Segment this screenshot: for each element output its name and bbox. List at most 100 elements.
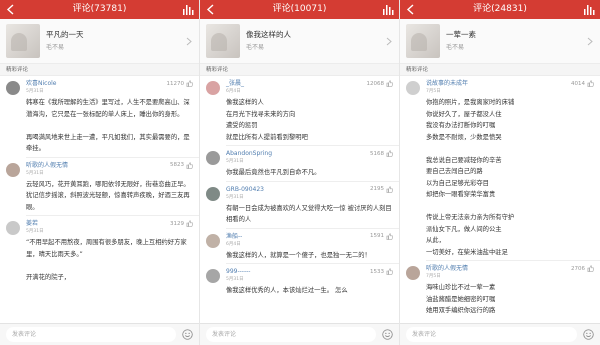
section-label: 精彩评论 <box>200 64 399 76</box>
comment-date: 6月4日 <box>226 89 241 94</box>
comment-text: 像我这样的人，就算是一个傻子，也是独一无二的！ <box>226 251 371 259</box>
page-title: 评论(10071) <box>272 4 327 14</box>
thumbs-up-icon <box>587 265 594 272</box>
like-count: 4014 <box>571 80 585 87</box>
like-count: 5168 <box>370 150 384 157</box>
comment-input[interactable]: 发表评论 <box>406 327 577 342</box>
thumbs-up-icon <box>386 268 393 275</box>
comment-date: 6月4日 <box>226 241 241 247</box>
top-bar: 评论(24831) <box>400 0 600 19</box>
comment-item: 欢喜Nicole 5月31日 韩寒在《我所理解的生活》里写过，人生不是要爬高山、… <box>0 76 199 158</box>
like-button[interactable]: 3129 <box>170 220 193 227</box>
comment-text: 像我这样的人 在月光下找寻未来的方向 遭受的惩罚 就是比所有人提前看到黎明吧 <box>226 99 308 141</box>
thumbs-up-icon <box>587 80 594 87</box>
comment-date: 5月31日 <box>26 229 44 234</box>
like-button[interactable]: 12068 <box>367 80 393 87</box>
avatar[interactable] <box>206 269 220 283</box>
thumbs-up-icon <box>386 80 393 87</box>
like-button[interactable]: 5168 <box>370 150 393 157</box>
chevron-right-icon <box>186 37 192 46</box>
comment-text: 海味山珍比不过一荤一素 油盐酱醋是她细密的叮嘱 她用双手编织你远行的路 <box>426 284 496 314</box>
avatar[interactable] <box>206 151 220 165</box>
avatar[interactable] <box>206 186 220 201</box>
song-card[interactable]: 平凡的一天 毛不易 <box>0 19 199 64</box>
chevron-right-icon <box>386 37 392 46</box>
thumbs-up-icon <box>186 80 193 87</box>
comments-screen-2: 评论(10071) 像我这样的人 毛不易 精彩评论 _张晨_ 6月4日 像我这样… <box>200 0 400 345</box>
back-arrow-icon[interactable] <box>206 4 215 15</box>
avatar[interactable] <box>6 162 20 177</box>
album-cover <box>406 24 440 58</box>
emoji-icon[interactable] <box>382 329 393 340</box>
thumbs-up-icon <box>186 161 193 169</box>
comment-text: 你抱的照片，是我离家时的床铺 你说好久了，屋子都没人住 我没有办法打断你的叮嘱 … <box>426 99 515 256</box>
emoji-icon[interactable] <box>182 329 193 340</box>
like-count: 1533 <box>370 268 384 275</box>
comment-item: AbandonSpring 5月31日 你我最后竟然也平凡到自命不凡。 5168 <box>200 146 399 182</box>
comments-screen-3: 评论(24831) 一荤一素 毛不易 精彩评论 说故事的未成年 7月5日 你抱的… <box>400 0 600 345</box>
like-count: 2706 <box>571 265 585 272</box>
comment-date: 7月5日 <box>426 274 441 279</box>
comment-username[interactable]: 听歌的人假无情 <box>26 162 193 170</box>
song-title: 平凡的一天 <box>46 30 84 39</box>
comment-date: 5月31日 <box>226 159 244 164</box>
album-cover <box>206 24 240 58</box>
back-arrow-icon[interactable] <box>406 4 415 15</box>
comment-list: _张晨_ 6月4日 像我这样的人 在月光下找寻未来的方向 遭受的惩罚 就是比所有… <box>200 76 399 300</box>
avatar[interactable] <box>6 221 20 235</box>
comment-username[interactable]: GRB-090423 <box>226 186 393 194</box>
avatar[interactable] <box>6 81 20 95</box>
chart-icon[interactable] <box>182 4 194 15</box>
section-label: 精彩评论 <box>400 64 600 76</box>
comment-item: 渔船-- 6月4日 像我这样的人，就算是一个傻子，也是独一无二的！ 1591 <box>200 229 399 264</box>
comment-username[interactable]: 听歌的人假无情 <box>426 265 594 273</box>
like-button[interactable]: 1591 <box>370 232 393 240</box>
comment-item: 姜若 5月31日 “不用早起不用熬夜，周围有很多朋友，晚上互相约好方家里，晴天比… <box>0 216 199 286</box>
comment-item: GRB-090423 5月31日 有朝一日会成为被喜欢的人又觉得大吃一惊 被讨厌… <box>200 182 399 229</box>
comment-date: 5月31日 <box>26 89 44 94</box>
section-label: 精彩评论 <box>0 64 199 76</box>
chart-icon[interactable] <box>583 4 595 15</box>
song-title: 一荤一素 <box>446 30 476 39</box>
like-button[interactable]: 2706 <box>571 265 594 272</box>
comment-text: “不用早起不用熬夜，周围有很多朋友，晚上互相约好方家里，晴天比雨天多。” 开满花… <box>26 239 187 281</box>
page-title: 评论(73781) <box>72 4 127 14</box>
avatar[interactable] <box>206 233 220 248</box>
song-card[interactable]: 一荤一素 毛不易 <box>400 19 600 64</box>
comment-date: 5月31日 <box>26 170 44 176</box>
page-title: 评论(24831) <box>473 4 527 14</box>
chart-icon[interactable] <box>382 4 394 15</box>
like-button[interactable]: 4014 <box>571 80 594 87</box>
song-title: 像我这样的人 <box>246 30 291 39</box>
like-button[interactable]: 2195 <box>370 185 393 193</box>
like-button[interactable]: 1533 <box>370 268 393 275</box>
like-count: 1591 <box>370 233 384 239</box>
like-button[interactable]: 5823 <box>170 161 193 169</box>
comment-text: 你我最后竟然也平凡到自命不凡。 <box>226 169 321 176</box>
emoji-icon[interactable] <box>583 329 594 340</box>
like-count: 11270 <box>166 80 185 87</box>
album-cover <box>6 24 40 58</box>
avatar[interactable] <box>406 266 420 280</box>
comment-date: 5月31日 <box>226 277 244 282</box>
song-card[interactable]: 像我这样的人 毛不易 <box>200 19 399 64</box>
comment-input-bar: 发表评论 <box>400 323 600 345</box>
comment-username[interactable]: 姜若 <box>26 220 193 228</box>
comment-input[interactable]: 发表评论 <box>6 327 176 342</box>
like-button[interactable]: 11270 <box>166 80 193 87</box>
comment-username[interactable]: 渔船-- <box>226 233 393 241</box>
chevron-right-icon <box>587 37 593 46</box>
comment-input[interactable]: 发表评论 <box>206 327 376 342</box>
avatar[interactable] <box>406 81 420 95</box>
comment-username[interactable]: 999------ <box>226 268 393 276</box>
comment-item: 说故事的未成年 7月5日 你抱的照片，是我离家时的床铺 你说好久了，屋子都没人住… <box>400 76 600 261</box>
comment-username[interactable]: 说故事的未成年 <box>426 80 594 88</box>
thumbs-up-icon <box>386 150 393 157</box>
top-bar: 评论(10071) <box>200 0 399 19</box>
comment-username[interactable]: AbandonSpring <box>226 150 393 158</box>
comment-item: 999------ 5月31日 像我这样优秀的人，本该灿烂过一生。 怎么 153… <box>200 264 399 300</box>
avatar[interactable] <box>206 81 220 95</box>
back-arrow-icon[interactable] <box>6 4 15 15</box>
comment-input-bar: 发表评论 <box>200 323 399 345</box>
comment-input-bar: 发表评论 <box>0 323 199 345</box>
